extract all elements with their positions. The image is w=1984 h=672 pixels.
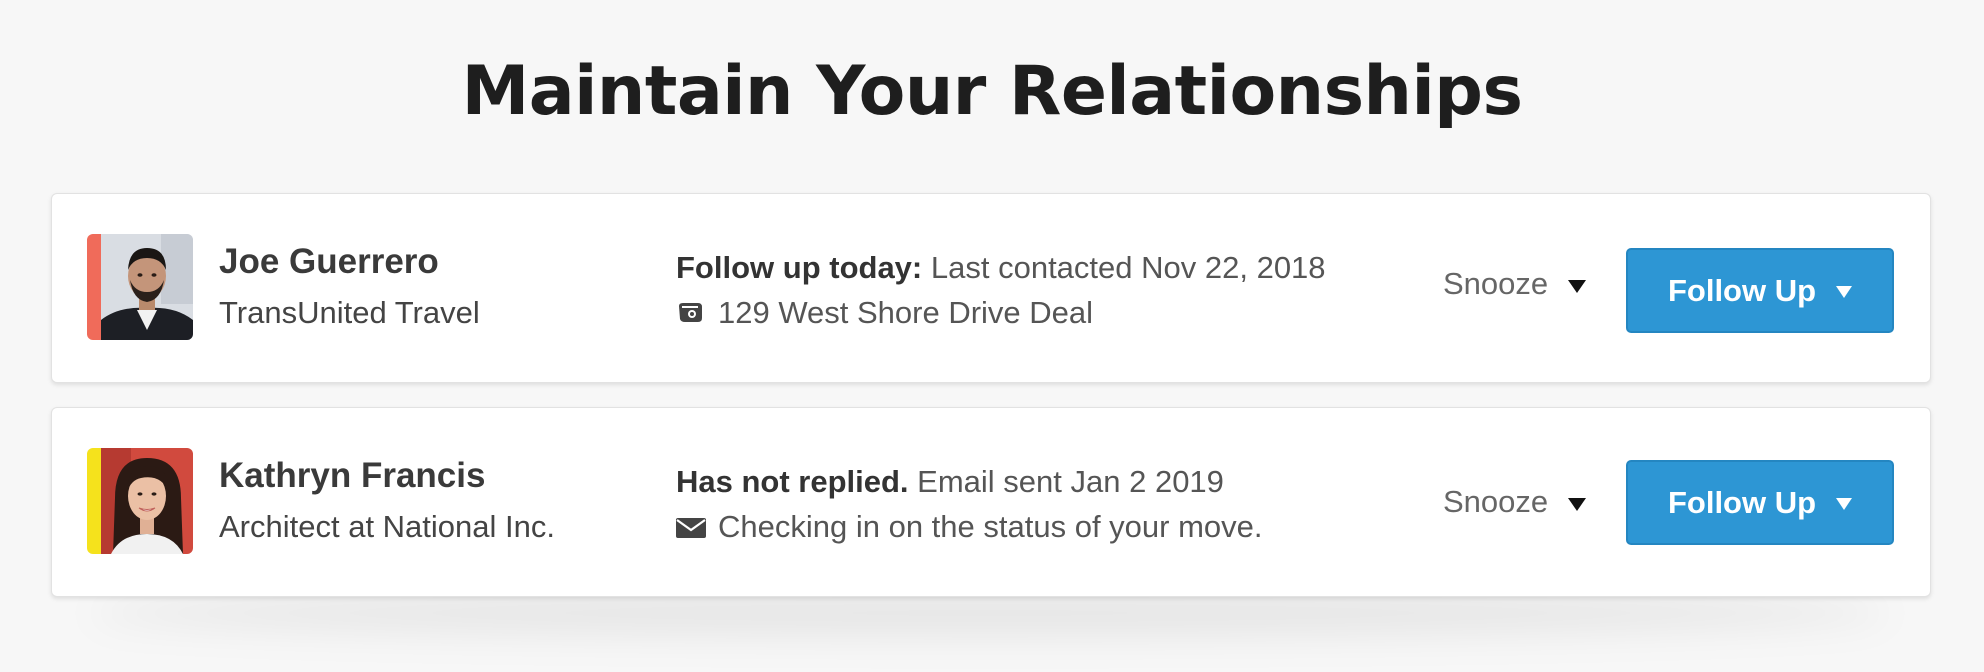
contact-company: TransUnited Travel [219, 295, 480, 330]
status-label: Follow up today: [676, 250, 923, 285]
caret-down-icon [1836, 286, 1853, 298]
status-stripe [87, 448, 101, 554]
envelope-icon [676, 518, 706, 538]
follow-up-button[interactable]: Follow Up [1626, 460, 1894, 545]
reply-status: Has not replied. Email sent Jan 2 2019 [676, 464, 1224, 500]
contact-company: Architect at National Inc. [219, 509, 555, 544]
avatar[interactable] [87, 448, 193, 554]
caret-down-icon [1568, 497, 1587, 511]
follow-up-label: Follow Up [1667, 272, 1817, 308]
status-text: Last contacted Nov 22, 2018 [930, 250, 1326, 285]
follow-up-button[interactable]: Follow Up [1626, 248, 1894, 333]
contact-name[interactable]: Joe Guerrero [219, 242, 439, 282]
avatar-photo-joe [101, 234, 193, 340]
status-stripe [87, 234, 101, 340]
contact-card: Joe Guerrero TransUnited Travel Follow u… [51, 193, 1931, 383]
contact-name[interactable]: Kathryn Francis [219, 456, 485, 496]
page-title: Maintain Your Relationships [461, 52, 1523, 131]
status-text: Email sent Jan 2 2019 [917, 464, 1224, 499]
deal-icon [679, 303, 702, 322]
avatar-photo-kathryn [101, 448, 193, 554]
deal-detail: 129 West Shore Drive Deal [676, 295, 1093, 331]
snooze-label: Snooze [1443, 266, 1549, 301]
snooze-dropdown[interactable]: Snooze [1443, 484, 1587, 520]
email-detail: Checking in on the status of your move. [676, 509, 1263, 545]
avatar[interactable] [87, 234, 193, 340]
contact-card: Kathryn Francis Architect at National In… [51, 407, 1931, 597]
snooze-dropdown[interactable]: Snooze [1443, 266, 1587, 302]
caret-down-icon [1836, 498, 1853, 510]
follow-up-label: Follow Up [1667, 484, 1817, 520]
caret-down-icon [1568, 279, 1587, 293]
status-label: Has not replied. [676, 464, 909, 499]
follow-up-status: Follow up today: Last contacted Nov 22, … [676, 250, 1326, 286]
deal-text[interactable]: 129 West Shore Drive Deal [718, 295, 1093, 331]
email-subject[interactable]: Checking in on the status of your move. [718, 509, 1263, 545]
snooze-label: Snooze [1443, 484, 1549, 519]
